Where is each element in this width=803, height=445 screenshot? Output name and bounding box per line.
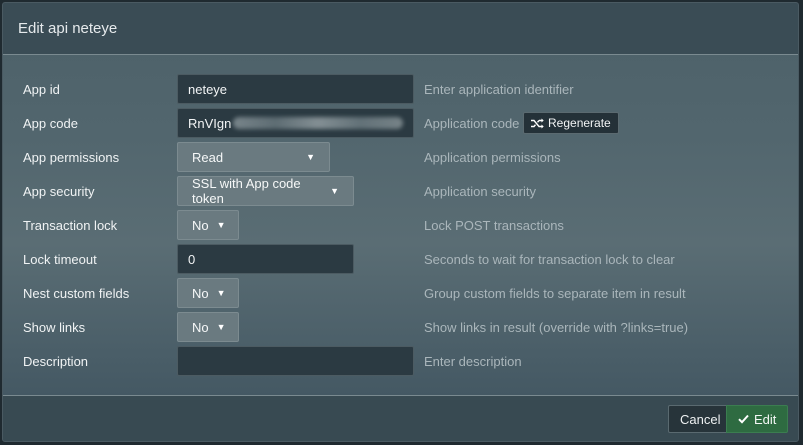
nest-custom-fields-select[interactable]: No ▼ xyxy=(177,278,239,308)
nest-custom-fields-label: Nest custom fields xyxy=(23,285,130,301)
lock-timeout-row: Lock timeout 0 Seconds to wait for trans… xyxy=(3,244,798,274)
app-id-label: App id xyxy=(23,81,60,97)
regenerate-label: Regenerate xyxy=(548,116,611,130)
app-permissions-select[interactable]: Read ▼ xyxy=(177,142,330,172)
app-security-help: Application security xyxy=(424,183,536,199)
app-security-select[interactable]: SSL with App code token ▼ xyxy=(177,176,354,206)
transaction-lock-row: Transaction lock No ▼ Lock POST transact… xyxy=(3,210,798,240)
app-code-redacted xyxy=(233,117,403,129)
modal-header: Edit api neteye xyxy=(3,3,798,55)
caret-down-icon: ▼ xyxy=(216,322,226,332)
edit-api-modal: Edit api neteye App id neteye Enter appl… xyxy=(2,2,799,442)
show-links-label: Show links xyxy=(23,319,86,335)
app-security-value: SSL with App code token xyxy=(192,176,301,206)
app-code-value: RnVIgn xyxy=(188,115,232,131)
app-id-help: Enter application identifier xyxy=(424,81,574,97)
transaction-lock-value: No xyxy=(192,217,209,233)
description-row: Description Enter description xyxy=(3,346,798,376)
lock-timeout-help: Seconds to wait for transaction lock to … xyxy=(424,251,675,267)
description-input[interactable] xyxy=(177,346,414,376)
modal-title: Edit api neteye xyxy=(18,20,118,37)
app-id-value: neteye xyxy=(188,81,228,97)
lock-timeout-input[interactable]: 0 xyxy=(177,244,354,274)
nest-custom-fields-help: Group custom fields to separate item in … xyxy=(424,285,686,301)
regenerate-button[interactable]: Regenerate xyxy=(523,112,619,134)
show-links-select[interactable]: No ▼ xyxy=(177,312,239,342)
caret-down-icon: ▼ xyxy=(330,186,339,196)
app-code-row: App code RnVIgn Application code Regener… xyxy=(3,108,798,138)
app-permissions-help: Application permissions xyxy=(424,149,561,165)
lock-timeout-label: Lock timeout xyxy=(23,251,97,267)
description-label: Description xyxy=(23,353,89,369)
app-permissions-label: App permissions xyxy=(23,149,120,165)
app-security-row: App security SSL with App code token ▼ A… xyxy=(3,176,798,206)
nest-custom-fields-value: No xyxy=(192,285,209,301)
caret-down-icon: ▼ xyxy=(216,220,226,230)
caret-down-icon: ▼ xyxy=(216,288,226,298)
modal-body: App id neteye Enter application identifi… xyxy=(3,55,798,395)
show-links-value: No xyxy=(192,319,209,335)
cancel-button[interactable]: Cancel xyxy=(668,405,733,433)
transaction-lock-help: Lock POST transactions xyxy=(424,217,564,233)
check-icon xyxy=(738,414,749,424)
edit-button[interactable]: Edit xyxy=(726,405,789,433)
transaction-lock-label: Transaction lock xyxy=(23,217,118,233)
app-code-input[interactable]: RnVIgn xyxy=(177,108,414,138)
caret-down-icon: ▼ xyxy=(306,152,315,162)
show-links-row: Show links No ▼ Show links in result (ov… xyxy=(3,312,798,342)
app-id-input[interactable]: neteye xyxy=(177,74,414,104)
edit-label: Edit xyxy=(754,411,777,427)
app-id-row: App id neteye Enter application identifi… xyxy=(3,74,798,104)
nest-custom-fields-row: Nest custom fields No ▼ Group custom fie… xyxy=(3,278,798,308)
cancel-label: Cancel xyxy=(680,411,721,427)
app-permissions-value: Read xyxy=(192,149,224,165)
app-security-label: App security xyxy=(23,183,95,199)
app-code-help: Application code xyxy=(424,115,520,131)
transaction-lock-select[interactable]: No ▼ xyxy=(177,210,239,240)
lock-timeout-value: 0 xyxy=(188,251,196,267)
shuffle-icon xyxy=(531,118,544,128)
modal-footer: Cancel Edit xyxy=(3,395,798,441)
app-code-label: App code xyxy=(23,115,78,131)
show-links-help: Show links in result (override with ?lin… xyxy=(424,319,689,335)
description-help: Enter description xyxy=(424,353,522,369)
app-permissions-row: App permissions Read ▼ Application permi… xyxy=(3,142,798,172)
